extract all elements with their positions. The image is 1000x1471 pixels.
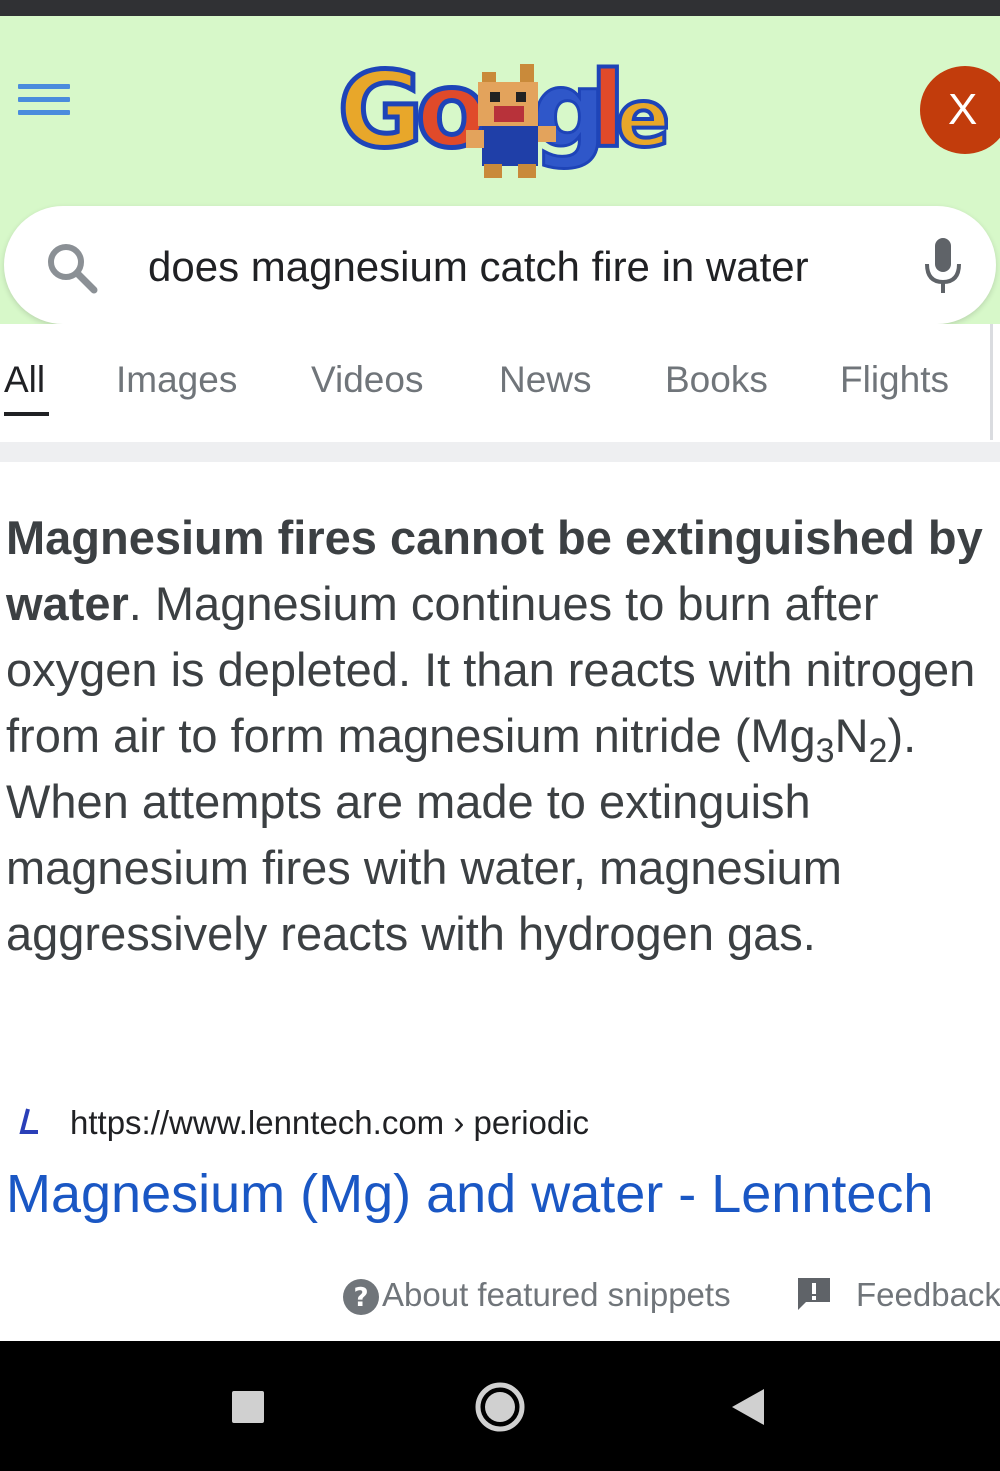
snippet-subscript: 3: [815, 732, 835, 770]
feedback-link[interactable]: Feedback: [856, 1274, 1000, 1316]
account-avatar[interactable]: X: [920, 66, 1000, 154]
hamburger-menu-icon[interactable]: [18, 84, 70, 132]
google-doodle-logo[interactable]: G o g l e: [332, 52, 668, 188]
search-tabs: All Images Videos News Books Flights: [0, 324, 990, 442]
snippet-subscript: 2: [868, 732, 888, 770]
tab-videos[interactable]: Videos: [311, 358, 423, 402]
android-navigation-bar: [0, 1341, 1000, 1471]
tabs-scroll-edge: [990, 324, 993, 440]
feedback-icon[interactable]: [796, 1276, 832, 1312]
tab-all[interactable]: All: [4, 358, 45, 402]
svg-text:?: ?: [353, 1283, 368, 1313]
featured-snippet-text: Magnesium fires cannot be extinguished b…: [6, 505, 991, 967]
snippet-footer: ? About featured snippets Feedback: [0, 1270, 1000, 1322]
svg-text:o: o: [416, 52, 487, 171]
recent-apps-icon[interactable]: [230, 1389, 266, 1425]
svg-text:e: e: [616, 72, 668, 165]
home-icon[interactable]: [474, 1381, 526, 1433]
search-input[interactable]: does magnesium catch fire in water: [148, 242, 809, 292]
search-box[interactable]: does magnesium catch fire in water: [4, 206, 996, 324]
help-icon[interactable]: ?: [342, 1278, 380, 1316]
status-bar: [0, 0, 1000, 16]
search-icon[interactable]: [44, 240, 100, 296]
svg-text:G: G: [338, 52, 423, 171]
tab-books[interactable]: Books: [665, 358, 768, 402]
active-tab-indicator: [4, 412, 49, 416]
about-featured-snippets-link[interactable]: About featured snippets: [382, 1274, 731, 1316]
section-divider: [0, 442, 1000, 462]
tab-news[interactable]: News: [499, 358, 592, 402]
tab-images[interactable]: Images: [116, 358, 237, 402]
source-url[interactable]: https://www.lenntech.com › periodic: [70, 1102, 589, 1144]
tab-flights[interactable]: Flights: [840, 358, 949, 402]
back-icon[interactable]: [730, 1387, 766, 1427]
result-title-link[interactable]: Magnesium (Mg) and water - Lenntech: [6, 1160, 933, 1228]
microphone-icon[interactable]: [918, 236, 968, 296]
header: G o g l e X does magnesium catch fire in…: [0, 16, 1000, 324]
source-row[interactable]: https://www.lenntech.com › periodic: [0, 1100, 1000, 1150]
lenntech-favicon-icon: [19, 1108, 38, 1134]
snippet-text: N: [834, 709, 869, 762]
